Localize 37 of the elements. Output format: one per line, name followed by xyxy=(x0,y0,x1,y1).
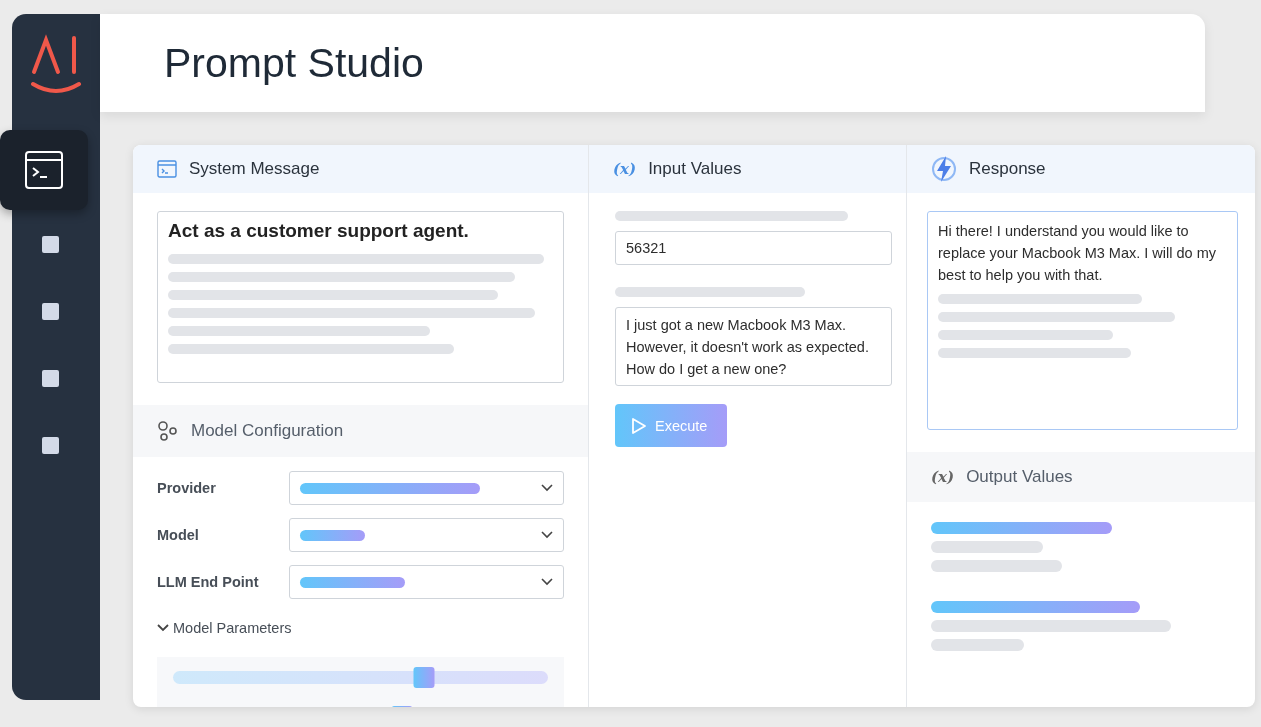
chevron-down-icon xyxy=(157,624,169,632)
terminal-icon xyxy=(25,151,63,189)
chevron-down-icon xyxy=(541,578,553,586)
system-message-text: Act as a customer support agent. xyxy=(168,220,470,242)
input-field[interactable]: I just got a new Macbook M3 Max. However, it doesn't work as expected. How do I get a new one? xyxy=(615,307,892,386)
chevron-down-icon xyxy=(541,531,553,539)
nav-item[interactable] xyxy=(41,303,59,320)
nav-item[interactable] xyxy=(41,370,59,387)
model-parameters-toggle[interactable]: Model Parameters xyxy=(157,620,564,636)
input-field[interactable]: 56321 xyxy=(615,231,892,265)
play-icon xyxy=(631,416,647,435)
section-title: System Message xyxy=(189,159,320,179)
nav-item[interactable] xyxy=(41,437,59,454)
dropdown-field[interactable] xyxy=(289,471,564,505)
dropdown-field[interactable] xyxy=(289,518,564,552)
section-title: Response xyxy=(969,159,1046,179)
logo-icon xyxy=(29,34,83,96)
system-message-box[interactable]: Act as a customer support agent. xyxy=(157,211,564,383)
page-title: Prompt Studio xyxy=(164,39,424,87)
variable-icon: (x) xyxy=(613,160,637,178)
lightning-icon xyxy=(931,155,957,183)
field-label: Provider xyxy=(157,480,217,496)
slider-thumb[interactable] xyxy=(413,667,435,688)
terminal-icon xyxy=(157,159,177,179)
gears-icon xyxy=(157,420,179,442)
section-title: Output Values xyxy=(966,467,1073,487)
selected-value-bar xyxy=(300,529,365,541)
response-text: Hi there! I understand you would like to replace your Macbook M3 Max. I will do my best to help you with that. xyxy=(938,222,1217,285)
section-title: Input Values xyxy=(648,159,742,179)
console-nav-item[interactable] xyxy=(0,130,88,210)
field-label: Model xyxy=(157,527,200,543)
field-label: LLM End Point xyxy=(157,574,260,590)
dropdown-field[interactable] xyxy=(289,565,564,599)
variable-icon: (x) xyxy=(931,468,955,486)
chevron-down-icon xyxy=(541,484,553,492)
section-title: Model Configuration xyxy=(191,421,344,441)
nav-item[interactable] xyxy=(41,236,59,253)
